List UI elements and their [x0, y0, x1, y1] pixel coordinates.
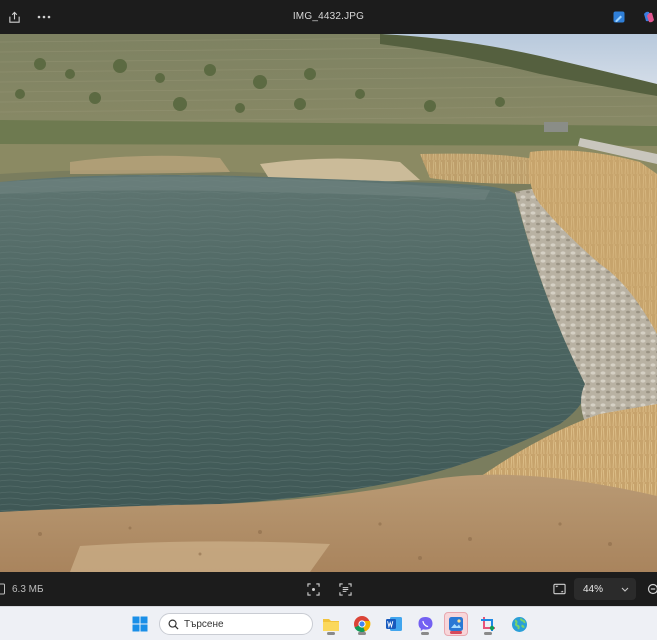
windows-taskbar	[0, 606, 657, 640]
taskbar-word[interactable]	[382, 612, 406, 636]
focus-frame-icon	[306, 582, 320, 596]
running-indicator	[421, 632, 429, 635]
taskbar-file-explorer[interactable]	[319, 612, 343, 636]
scan-text-icon	[338, 582, 352, 596]
zoom-out-icon	[647, 583, 657, 595]
photo-viewer-image[interactable]	[0, 34, 657, 572]
title-bar: IMG_4432.JPG	[0, 0, 657, 34]
edit-image-button[interactable]	[608, 6, 630, 28]
viewer-toolbar: 6.3 МБ 44%	[0, 572, 657, 606]
windows-logo-icon	[132, 616, 148, 632]
taskbar-viber[interactable]	[413, 612, 437, 636]
file-info: 6.3 МБ	[0, 572, 44, 606]
search-input[interactable]	[184, 618, 304, 630]
taskbar-maps[interactable]	[507, 612, 531, 636]
active-indicator	[450, 631, 462, 634]
photos-app-icon	[449, 617, 463, 631]
file-size: 6.3 МБ	[12, 583, 44, 595]
taskbar-photos[interactable]	[444, 612, 468, 636]
photo-edit-icon	[613, 11, 625, 23]
fullscreen-icon	[552, 583, 566, 595]
storage-icon	[0, 583, 5, 595]
taskbar-chrome[interactable]	[350, 612, 374, 636]
zoom-level-dropdown[interactable]: 44%	[574, 578, 636, 600]
folder-icon	[323, 618, 339, 631]
extract-text-button[interactable]	[335, 579, 355, 599]
file-title: IMG_4432.JPG	[292, 11, 365, 22]
running-indicator	[327, 632, 335, 635]
snipping-tool-icon	[480, 616, 495, 631]
running-indicator	[484, 632, 492, 635]
taskbar-snipping-tool[interactable]	[476, 612, 500, 636]
copilot-icon	[644, 11, 654, 23]
zoom-level-value: 44%	[583, 583, 604, 595]
photo-image	[0, 34, 657, 572]
word-icon	[386, 617, 402, 631]
running-indicator	[358, 632, 366, 635]
taskbar-search[interactable]	[159, 613, 313, 635]
fullscreen-button[interactable]	[549, 579, 569, 599]
viber-icon	[418, 616, 432, 631]
search-icon	[168, 619, 179, 630]
zoom-out-button[interactable]	[643, 579, 657, 599]
fit-to-frame-button[interactable]	[303, 579, 323, 599]
globe-icon	[511, 616, 527, 632]
start-button[interactable]	[128, 612, 152, 636]
chevron-down-icon	[621, 587, 629, 592]
copilot-button[interactable]	[638, 6, 657, 28]
chrome-icon	[354, 616, 371, 633]
